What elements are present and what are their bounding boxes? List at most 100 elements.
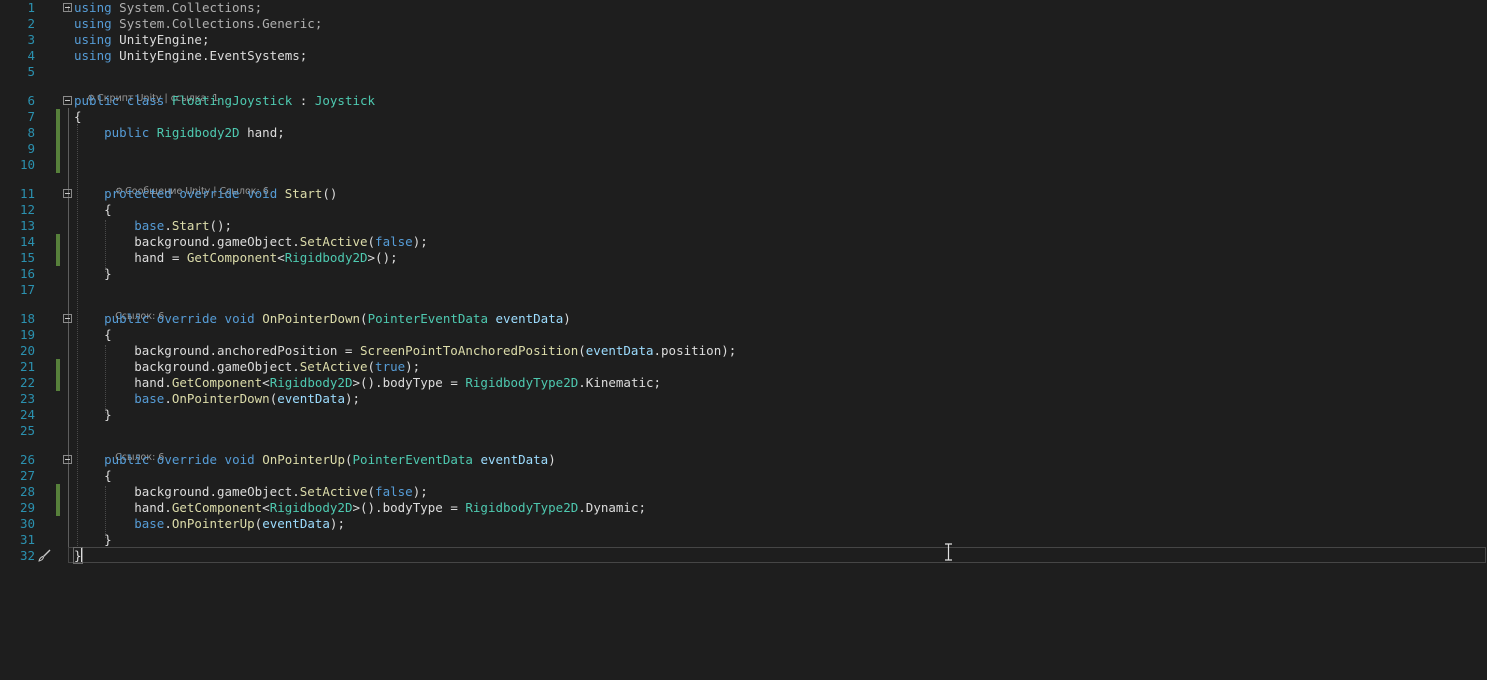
code-token: background.gameObject. [74, 484, 300, 499]
codelens-pointer-down[interactable]: Ссылок: 6 [103, 299, 164, 322]
code-line[interactable]: 19 { [0, 327, 1487, 343]
change-marker [56, 375, 60, 391]
code-token: false [375, 484, 413, 499]
collapse-toggle-icon[interactable] [63, 96, 72, 105]
code-token: background.gameObject. [74, 359, 300, 374]
code-token: RigidbodyType2D [465, 375, 579, 390]
line-number: 3 [27, 32, 35, 47]
change-marker [56, 157, 60, 173]
code-token: { [74, 327, 112, 342]
code-line[interactable]: 7{ [0, 109, 1487, 125]
code-token: ( [367, 359, 376, 374]
code-text: using UnityEngine.EventSystems; [74, 48, 307, 64]
code-token: GetComponent [171, 500, 263, 515]
codelens-start[interactable]: ⚙ Сообщение Unity | Ссылок: 6 [103, 174, 269, 197]
code-line[interactable]: 2 using System.Collections.Generic; [0, 16, 1487, 32]
collapse-toggle-icon[interactable] [63, 3, 72, 12]
code-line[interactable]: 29 hand.GetComponent<Rigidbody2D>().body… [0, 500, 1487, 516]
code-line[interactable]: 12 { [0, 202, 1487, 218]
code-line[interactable]: 25 [0, 423, 1487, 439]
line-number: 22 [19, 375, 35, 390]
code-line[interactable]: 6 public class FloatingJoystick : Joystic… [0, 93, 1487, 109]
code-token: hand; [239, 125, 285, 140]
code-token: UnityEngine; [111, 32, 210, 47]
code-token: < [262, 500, 270, 515]
code-token: ); [412, 484, 428, 499]
code-token: void [224, 452, 255, 467]
code-line[interactable]: 14 background.gameObject.SetActive(false… [0, 234, 1487, 250]
code-line[interactable]: 23 base.OnPointerDown(eventData); [0, 391, 1487, 407]
collapse-toggle-icon[interactable] [63, 314, 72, 323]
code-line[interactable]: 21 background.gameObject.SetActive(true)… [0, 359, 1487, 375]
code-token: OnPointerUp [262, 452, 345, 467]
collapse-toggle-icon[interactable] [63, 189, 72, 198]
change-marker [56, 109, 60, 125]
collapse-toggle-icon[interactable] [63, 455, 72, 464]
code-line[interactable]: 8 public Rigidbody2D hand; [0, 125, 1487, 141]
code-line[interactable]: 17 [0, 282, 1487, 298]
code-token: class [126, 93, 165, 108]
code-token: public [74, 93, 120, 108]
code-text: using System.Collections.Generic; [74, 16, 322, 32]
code-line[interactable]: 22 hand.GetComponent<Rigidbody2D>().body… [0, 375, 1487, 391]
code-token: } [74, 266, 112, 281]
code-line[interactable]: 28 background.gameObject.SetActive(false… [0, 484, 1487, 500]
line-number: 24 [19, 407, 35, 422]
line-number: 26 [19, 452, 35, 467]
code-line[interactable]: 9 [0, 141, 1487, 157]
code-line[interactable]: 13 base.Start(); [0, 218, 1487, 234]
code-token: GetComponent [171, 375, 263, 390]
code-line[interactable]: 5 [0, 64, 1487, 80]
code-token: hand. [74, 375, 172, 390]
code-line[interactable]: 32} [0, 547, 1487, 564]
code-text: { [74, 109, 82, 125]
code-token: public [104, 452, 150, 467]
line-number: 15 [19, 250, 35, 265]
code-token: ( [344, 452, 353, 467]
codelens-pointer-up[interactable]: Ссылок: 6 [103, 440, 164, 463]
codelens-class[interactable]: ⚙ Скрипт Unity | ссылка: 1 [75, 81, 218, 104]
code-line[interactable]: 4 using UnityEngine.EventSystems; [0, 48, 1487, 64]
code-text: protected override void Start() [74, 186, 337, 202]
code-token: eventData [262, 516, 330, 531]
code-token: ); [329, 516, 345, 531]
code-line[interactable]: 30 base.OnPointerUp(eventData); [0, 516, 1487, 532]
code-line[interactable]: 15 hand = GetComponent<Rigidbody2D>(); [0, 250, 1487, 266]
code-line[interactable]: 31 } [0, 532, 1487, 548]
line-number: 31 [19, 532, 35, 547]
code-line[interactable]: 10 [0, 157, 1487, 173]
code-editor[interactable]: ⚙ Скрипт Unity | ссылка: 1 ⚙ Сообщение Uni… [0, 0, 1487, 680]
code-line[interactable]: 27 { [0, 468, 1487, 484]
code-token: (); [209, 218, 233, 233]
code-line[interactable]: 18 public override void OnPointerDown(Po… [0, 311, 1487, 327]
code-token: Rigidbody2D [284, 250, 368, 265]
code-line[interactable]: 1 using System.Collections; [0, 0, 1487, 16]
code-token: base [134, 391, 165, 406]
code-line[interactable]: 3 using UnityEngine; [0, 32, 1487, 48]
code-token: { [74, 202, 112, 217]
change-marker [56, 125, 60, 141]
code-token: System.Collections; [111, 0, 263, 15]
code-token: protected [104, 186, 172, 201]
code-line[interactable]: 24 } [0, 407, 1487, 423]
code-line[interactable]: 20 background.anchoredPosition = ScreenP… [0, 343, 1487, 359]
line-number: 17 [19, 282, 35, 297]
change-marker [56, 250, 60, 266]
code-text: background.gameObject.SetActive(false); [74, 484, 428, 500]
line-number: 18 [19, 311, 35, 326]
code-token: ( [360, 311, 368, 326]
code-text: { [74, 468, 112, 484]
paintbrush-icon[interactable] [36, 548, 52, 564]
code-token: >(); [367, 250, 398, 265]
code-token: hand. [74, 500, 172, 515]
code-line[interactable]: 11 protected override void Start() [0, 186, 1487, 202]
code-line[interactable]: 26 public override void OnPointerUp(Poin… [0, 452, 1487, 468]
code-token: PointerEventData [352, 452, 473, 467]
code-line[interactable]: 16 } [0, 266, 1487, 282]
change-marker [56, 141, 60, 157]
